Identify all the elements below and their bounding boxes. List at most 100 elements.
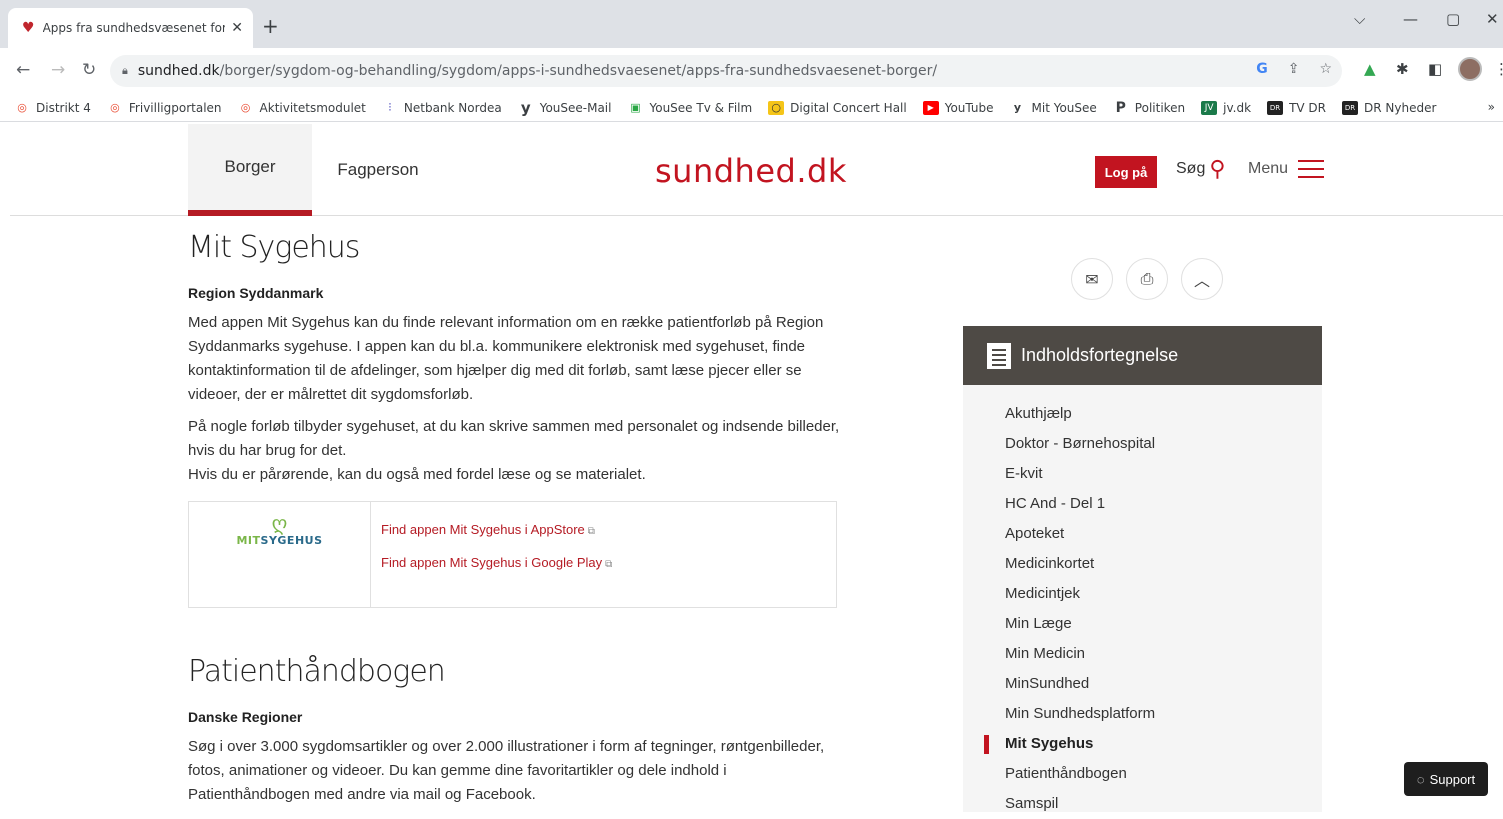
more-icon[interactable]: ⋮ [1494,60,1503,78]
close-window-icon[interactable]: ✕ [1486,10,1499,28]
chat-icon: ◌ [1416,771,1425,787]
bookmark-item[interactable]: ⫶ Netbank Nordea [382,101,502,115]
chevron-up-icon: ︿ [1193,271,1210,290]
hands-icon: ღ [271,513,288,535]
back-icon[interactable]: ← [16,60,30,80]
toc-item[interactable]: Doktor - Børnehospital [963,429,1322,459]
heart-icon: ♥ [22,20,35,36]
browser-toolbar: ← → ↻ 🔒︎ sundhed.dk/borger/sygdom-og-beh… [0,48,1503,94]
drive-icon[interactable]: ▲ [1364,60,1376,78]
toc-header: Indholdsfortegnelse [963,326,1322,385]
bookmarks-bar: ◎ Distrikt 4 ◎ Frivilligportalen ◎ Aktivite… [0,94,1503,122]
toc-item[interactable]: HC And - Del 1 [963,489,1322,519]
section-subtitle: Danske Regioner [188,709,303,725]
yousee-icon: y [1013,100,1022,114]
paragraph: Søg i over 3.000 sygdomsartikler og over… [188,738,825,803]
hamburger-icon [1298,160,1325,178]
menu-button[interactable]: Menu [1248,160,1325,178]
app-link-box: ღ MITSYGEHUS Find appen Mit Sygehus i Ap… [188,501,837,608]
print-icon: ⎙ [1140,269,1154,288]
spiral-red-icon: ◎ [110,100,120,114]
mit-sygehus-logo: ღ MITSYGEHUS [189,502,371,607]
toc-item[interactable]: MinSundhed [963,669,1322,699]
address-bar[interactable]: 🔒︎ sundhed.dk/borger/sygdom-og-behandlin… [110,55,1342,87]
bookmark-item[interactable]: ◎ Distrikt 4 [14,101,91,115]
forward-icon[interactable]: → [51,60,65,80]
tab-title: Apps fra sundhedsvæsenet for b [42,21,226,35]
table-of-contents: Indholdsfortegnelse Akuthjælp Doktor - B… [963,326,1322,812]
section-subtitle: Region Syddanmark [188,285,324,301]
toc-item[interactable]: Samspil [963,789,1322,819]
login-button[interactable]: Log på [1095,156,1157,188]
toc-item[interactable]: Min Læge [963,609,1322,639]
dr-icon: DR [1267,100,1284,115]
close-tab-icon[interactable]: ✕ [231,20,243,36]
tab-fagperson[interactable]: Fagperson [316,124,440,216]
email-button[interactable]: ✉ [1071,258,1113,300]
circle-red-icon: ◎ [17,100,27,114]
support-button[interactable]: ◌ Support [1404,762,1488,796]
profile-avatar[interactable] [1458,57,1482,81]
new-tab-icon[interactable]: + [262,14,279,38]
bookmarks-more-icon[interactable]: » [1488,100,1495,114]
toc-item[interactable]: E-kvit [963,459,1322,489]
toc-item[interactable]: Patienthåndbogen [963,759,1322,789]
section-title: Mit Sygehus [188,230,360,265]
section-title: Patienthåndbogen [188,654,446,689]
tv-icon: ▣ [630,100,641,114]
yousee-icon: y [520,98,531,117]
bookmark-item[interactable]: DR DR Nyheder [1342,100,1436,115]
lock-icon[interactable]: 🔒︎ [122,64,128,78]
minimize-icon[interactable]: — [1403,10,1418,28]
extensions-icon[interactable]: ✱ [1396,60,1409,78]
paragraph: På nogle forløb tilbyder sygehuset, at d… [188,418,840,483]
tab-borger[interactable]: Borger [188,124,312,216]
search-button[interactable]: Søg ⚲ [1176,156,1226,181]
bookmark-item[interactable]: DR TV DR [1267,100,1326,115]
tab-search-icon[interactable]: ⌵ [1354,10,1365,28]
url-path: /borger/sygdom-og-behandling/sygdom/apps… [219,63,938,79]
paragraph: Med appen Mit Sygehus kan du finde relev… [188,314,824,403]
circle-red-icon: ◎ [240,100,251,114]
document-icon [987,342,1011,369]
article-content: Mit Sygehus Region Syddanmark Med appen … [188,230,848,815]
toc-list: Akuthjælp Doktor - Børnehospital E-kvit … [963,385,1322,819]
toc-item[interactable]: Medicinkortet [963,549,1322,579]
toc-item[interactable]: Medicintjek [963,579,1322,609]
bookmark-item[interactable]: P Politiken [1113,99,1186,116]
toc-item[interactable]: Apoteket [963,519,1322,549]
appstore-link[interactable]: Find appen Mit Sygehus i AppStore ⧉ [381,522,612,537]
toc-item[interactable]: Akuthjælp [963,399,1322,429]
star-icon[interactable]: ☆ [1319,61,1332,77]
side-panel-icon[interactable]: ◧ [1428,60,1442,78]
search-icon: ⚲ [1209,156,1226,181]
googleplay-link[interactable]: Find appen Mit Sygehus i Google Play ⧉ [381,555,612,570]
youtube-icon: ▶ [922,100,939,115]
jv-icon: JV [1201,100,1218,115]
bookmark-item[interactable]: ○ Digital Concert Hall [768,100,907,115]
browser-tab-strip: ♥ Apps fra sundhedsvæsenet for b ✕ + ⌵ —… [0,0,1503,48]
nordea-icon: ⫶ [388,100,392,114]
bookmark-item[interactable]: JV jv.dk [1201,100,1251,115]
bookmark-item[interactable]: y Mit YouSee [1010,101,1097,115]
bookmark-item[interactable]: ▣ YouSee Tv & Film [627,101,752,115]
site-logo[interactable]: sundhed.dk [655,152,847,190]
external-link-icon: ⧉ [587,526,595,537]
concert-icon: ○ [768,100,785,115]
bookmark-item[interactable]: ▶ YouTube [922,100,994,115]
reload-icon[interactable]: ↻ [82,60,96,80]
bookmark-item[interactable]: ◎ Aktivitetsmodulet [238,101,366,115]
scroll-top-button[interactable]: ︿ [1181,258,1223,300]
toc-item[interactable]: Min Medicin [963,639,1322,669]
toc-item[interactable]: Min Sundhedsplatform [963,699,1322,729]
browser-tab[interactable]: ♥ Apps fra sundhedsvæsenet for b ✕ [8,8,253,48]
site-header: Borger Fagperson sundhed.dk Log på Søg ⚲… [10,124,1503,216]
toc-item-active[interactable]: Mit Sygehus [963,729,1322,759]
print-button[interactable]: ⎙ [1126,258,1168,300]
share-icon[interactable]: ⇪ [1288,61,1300,77]
politiken-icon: P [1115,99,1126,116]
google-icon[interactable]: G [1256,61,1268,77]
bookmark-item[interactable]: y YouSee-Mail [518,98,612,117]
bookmark-item[interactable]: ◎ Frivilligportalen [107,100,221,115]
maximize-icon[interactable]: ▢ [1446,10,1460,28]
